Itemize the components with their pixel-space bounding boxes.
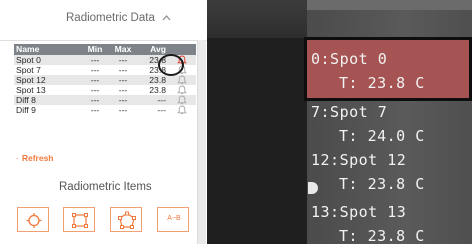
thermal-image-view[interactable]: 0:Spot 0 T: 23.8 C 7:Spot 7 T: 24.0 C 12… <box>207 0 472 244</box>
cell-max: --- <box>118 65 128 75</box>
cell-name: Spot 7 <box>16 65 41 75</box>
panel-header[interactable]: Radiometric Data <box>0 0 207 41</box>
spot-temp-12: T: 23.8 C <box>339 175 425 193</box>
spot-label-13[interactable]: 13:Spot 13 <box>311 203 406 221</box>
add-spot-button[interactable] <box>17 207 49 232</box>
spot-temp-13: T: 23.8 C <box>339 227 425 244</box>
add-polygon-button[interactable] <box>110 207 142 232</box>
cell-max: --- <box>118 85 128 95</box>
panel-title-text: Radiometric Data <box>66 12 155 24</box>
cell-name: Diff 8 <box>16 95 36 105</box>
cell-name: Spot 0 <box>16 55 41 65</box>
column-header-name[interactable]: Name <box>16 44 39 55</box>
refresh-bullet-icon: · <box>16 153 19 163</box>
panel-scrollbar[interactable] <box>197 40 206 244</box>
spot-temp-0: T: 23.8 C <box>339 74 425 92</box>
table-row[interactable]: Diff 9 --- --- --- <box>14 105 196 115</box>
cell-name: Spot 12 <box>16 75 46 85</box>
thermal-surface-edge <box>307 0 472 10</box>
cell-avg: 23.8 <box>149 75 166 85</box>
column-header-avg[interactable]: Avg <box>142 44 166 55</box>
spot-temp-7: T: 24.0 C <box>339 127 425 145</box>
spot-label-7[interactable]: 7:Spot 7 <box>311 103 387 121</box>
cell-min: --- <box>90 75 100 85</box>
cell-max: --- <box>118 75 128 85</box>
cell-avg: --- <box>157 95 166 105</box>
polygon-area-icon <box>118 211 136 229</box>
cell-max: --- <box>118 105 128 115</box>
difference-icon: A−B <box>167 215 181 222</box>
cell-min: --- <box>90 85 100 95</box>
radiometric-panel: Radiometric Data Name Min Max Avg Spot 0… <box>0 0 208 244</box>
collapse-chevron-icon[interactable] <box>162 13 171 24</box>
cell-min: --- <box>90 65 100 75</box>
cell-name: Diff 9 <box>16 105 36 115</box>
cell-min: --- <box>90 95 100 105</box>
alarm-highlight-ring <box>158 54 184 76</box>
spot-crosshair-icon <box>26 213 42 228</box>
alarm-bell-icon[interactable] <box>176 85 188 95</box>
column-header-min[interactable]: Min <box>84 44 106 55</box>
cell-min: --- <box>90 55 100 65</box>
alarm-bell-icon[interactable] <box>176 75 188 85</box>
refresh-link[interactable]: · Refresh <box>16 153 54 163</box>
cell-min: --- <box>90 105 100 115</box>
column-header-max[interactable]: Max <box>112 44 134 55</box>
table-row[interactable]: Spot 13 --- --- 23.8 <box>14 85 196 95</box>
spot-label-12[interactable]: 12:Spot 12 <box>311 151 406 169</box>
cell-max: --- <box>118 55 128 65</box>
alarm-bell-icon[interactable] <box>176 105 188 115</box>
refresh-label: Refresh <box>21 153 54 163</box>
spot-label-0[interactable]: 0:Spot 0 <box>311 50 387 68</box>
add-box-button[interactable] <box>63 207 95 232</box>
box-area-icon <box>72 213 88 228</box>
cell-max: --- <box>118 95 128 105</box>
cell-avg: --- <box>157 105 166 115</box>
alarm-bell-icon[interactable] <box>176 95 188 105</box>
table-row[interactable]: Spot 12 --- --- 23.8 <box>14 75 196 85</box>
table-row[interactable]: Diff 8 --- --- --- <box>14 95 196 105</box>
cell-name: Spot 13 <box>16 85 46 95</box>
add-difference-button[interactable]: A−B <box>157 207 189 232</box>
radiometric-items-title: Radiometric Items <box>59 181 152 193</box>
cell-avg: 23.8 <box>149 85 166 95</box>
panel-title[interactable]: Radiometric Data <box>66 12 171 24</box>
